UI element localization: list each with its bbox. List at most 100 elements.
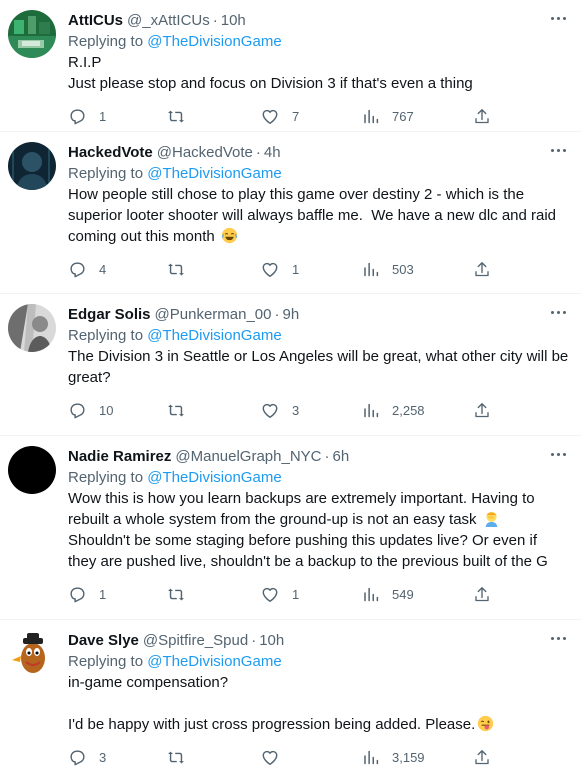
retweet-button[interactable] (166, 574, 198, 614)
reply-button[interactable]: 3 (68, 737, 106, 777)
replying-to-link[interactable]: @TheDivisionGame (147, 469, 281, 486)
like-button[interactable] (260, 737, 292, 777)
reply-icon (70, 586, 85, 602)
retweet-button[interactable] (166, 249, 198, 289)
views-button[interactable]: 503 (362, 249, 414, 289)
tweet-text-continued: Shouldn't be some staging before pushing… (68, 532, 548, 570)
views-button[interactable]: 549 (362, 574, 414, 614)
tweet-actions: 4 1 503 (68, 249, 569, 289)
timestamp[interactable]: 10h (259, 632, 284, 649)
tweet-text: Wow this is how you learn backups are ex… (68, 488, 569, 572)
timestamp[interactable]: 10h (221, 12, 246, 29)
like-count: 1 (292, 261, 300, 277)
reply-count: 10 (99, 402, 114, 418)
reply-button[interactable]: 1 (68, 96, 106, 136)
tweet[interactable]: HackedVote @HackedVote · 4h Replying to … (0, 132, 581, 294)
share-button[interactable] (473, 249, 491, 289)
reply-icon (70, 402, 85, 418)
replying-prefix: Replying to (68, 33, 148, 50)
tweet-actions: 10 3 2,258 (68, 390, 569, 430)
display-name[interactable]: AttICUs (68, 12, 123, 29)
like-count: 1 (292, 586, 300, 602)
winking-tongue-emoji-icon (477, 715, 494, 732)
more-options-icon[interactable] (547, 8, 569, 28)
heart-icon (262, 109, 278, 124)
replying-prefix: Replying to (68, 469, 148, 486)
user-handle[interactable]: @_xAttICUs (127, 12, 210, 29)
heart-icon (262, 587, 278, 602)
reply-icon (70, 749, 85, 765)
share-button[interactable] (473, 737, 491, 777)
tweet-text-body: R.I.P Just please stop and focus on Divi… (68, 54, 473, 92)
views-button[interactable]: 3,159 (362, 737, 425, 777)
share-icon (475, 402, 489, 417)
user-handle[interactable]: @ManuelGraph_NYC (175, 448, 321, 465)
replying-to: Replying to @TheDivisionGame (68, 326, 569, 346)
avatar[interactable] (8, 630, 56, 678)
separator: · (324, 447, 330, 465)
separator: · (274, 305, 280, 323)
display-name[interactable]: Edgar Solis (68, 306, 151, 323)
replying-to: Replying to @TheDivisionGame (68, 468, 569, 488)
tweet-actions: 3 3,159 (68, 737, 569, 777)
timestamp[interactable]: 9h (283, 306, 300, 323)
tweet[interactable]: Dave Slye @Spitfire_Spud · 10h Replying … (0, 620, 581, 784)
views-button[interactable]: 767 (362, 96, 414, 136)
retweet-button[interactable] (166, 390, 198, 430)
share-button[interactable] (473, 390, 491, 430)
avatar[interactable] (8, 142, 56, 190)
replying-to-link[interactable]: @TheDivisionGame (147, 327, 281, 344)
analytics-icon (364, 750, 379, 764)
more-options-icon[interactable] (547, 628, 569, 648)
display-name[interactable]: Nadie Ramirez (68, 448, 171, 465)
tweet-actions: 1 7 767 (68, 96, 569, 136)
tweet-text-body: in-game compensation? I'd be happy with … (68, 674, 476, 733)
display-name[interactable]: HackedVote (68, 144, 153, 161)
tweet[interactable]: Edgar Solis @Punkerman_00 · 9h Replying … (0, 294, 581, 436)
share-button[interactable] (473, 574, 491, 614)
like-button[interactable]: 1 (260, 249, 299, 289)
reply-button[interactable]: 10 (68, 390, 113, 430)
timestamp[interactable]: 4h (264, 144, 281, 161)
like-button[interactable]: 3 (260, 390, 299, 430)
share-icon (475, 749, 489, 764)
reply-button[interactable]: 1 (68, 574, 106, 614)
avatar[interactable] (8, 304, 56, 352)
replying-to-link[interactable]: @TheDivisionGame (147, 653, 281, 670)
more-options-icon[interactable] (547, 302, 569, 322)
user-handle[interactable]: @Punkerman_00 (155, 306, 272, 323)
tweet[interactable]: AttICUs @_xAttICUs · 10h Replying to @Th… (0, 0, 581, 132)
user-handle[interactable]: @HackedVote (157, 144, 253, 161)
views-button[interactable]: 2,258 (362, 390, 425, 430)
tweet[interactable]: Nadie Ramirez @ManuelGraph_NYC · 6h Repl… (0, 436, 581, 620)
avatar[interactable] (8, 10, 56, 58)
joy-emoji-icon (221, 227, 238, 244)
retweet-icon (168, 404, 184, 416)
analytics-icon (364, 262, 379, 276)
share-button[interactable] (473, 96, 491, 136)
retweet-icon (168, 588, 184, 600)
display-name[interactable]: Dave Slye (68, 632, 139, 649)
more-options-icon[interactable] (547, 444, 569, 464)
replying-to-link[interactable]: @TheDivisionGame (147, 165, 281, 182)
like-button[interactable]: 1 (260, 574, 299, 614)
like-count: 3 (292, 402, 300, 418)
replying-to-link[interactable]: @TheDivisionGame (147, 33, 281, 50)
like-button[interactable]: 7 (260, 96, 299, 136)
retweet-button[interactable] (166, 96, 198, 136)
tweet-text: The Division 3 in Seattle or Los Angeles… (68, 346, 569, 388)
reply-count: 3 (99, 749, 107, 765)
replying-prefix: Replying to (68, 653, 148, 670)
heart-icon (262, 403, 278, 418)
avatar[interactable] (8, 446, 56, 494)
retweet-button[interactable] (166, 737, 198, 777)
retweet-icon (168, 263, 184, 275)
more-options-icon[interactable] (547, 140, 569, 160)
timestamp[interactable]: 6h (333, 448, 350, 465)
reply-button[interactable]: 4 (68, 249, 106, 289)
user-handle[interactable]: @Spitfire_Spud (143, 632, 248, 649)
replying-to: Replying to @TheDivisionGame (68, 32, 569, 52)
share-icon (475, 108, 489, 123)
retweet-icon (168, 110, 184, 122)
reply-count: 1 (99, 586, 107, 602)
